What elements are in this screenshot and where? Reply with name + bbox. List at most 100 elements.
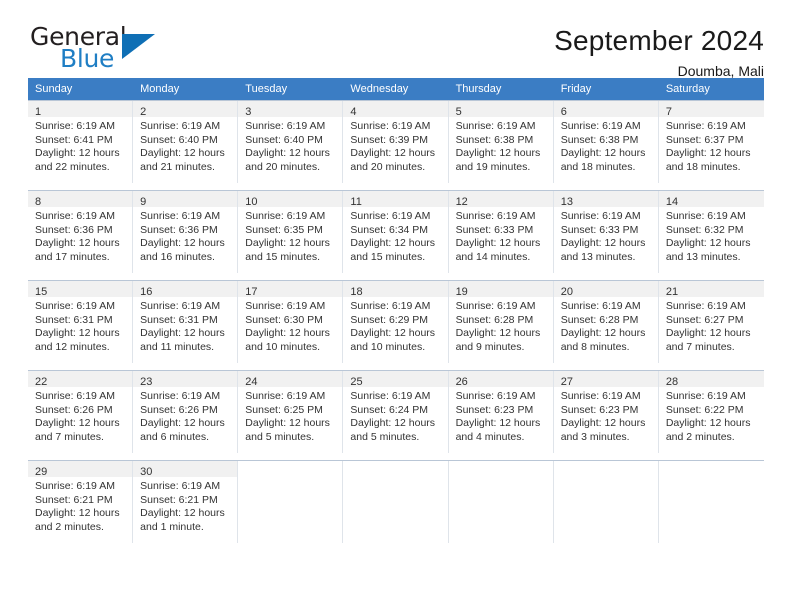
day-cell[interactable]: 17 Sunrise: 6:19 AM Sunset: 6:30 PM Dayl… (238, 281, 344, 363)
sunrise-text: Sunrise: 6:19 AM (350, 300, 431, 312)
day-cell[interactable]: 6 Sunrise: 6:19 AM Sunset: 6:38 PM Dayli… (553, 101, 659, 183)
logo-text-blue: Blue (60, 44, 115, 73)
day-number-band (343, 461, 447, 477)
daylight-text-line2: and 7 minutes. (665, 340, 735, 353)
day-cell[interactable]: 23 Sunrise: 6:19 AM Sunset: 6:26 PM Dayl… (133, 371, 239, 453)
sunset-text: Sunset: 6:41 PM (35, 133, 113, 146)
sunrise-text: Sunrise: 6:19 AM (245, 210, 326, 222)
daylight-text-line2: and 19 minutes. (455, 160, 531, 173)
sunset-text: Sunset: 6:24 PM (350, 403, 429, 416)
day-number-band: 23 (133, 371, 238, 388)
day-number-band: 30 (133, 461, 238, 478)
day-cell[interactable]: 16 Sunrise: 6:19 AM Sunset: 6:31 PM Dayl… (133, 281, 239, 363)
sunset-text: Sunset: 6:38 PM (560, 133, 639, 146)
sunrise-text: Sunrise: 6:19 AM (35, 210, 115, 222)
day-number-band: 6 (553, 101, 658, 118)
sunset-text: Sunset: 6:25 PM (245, 403, 323, 416)
sunset-text: Sunset: 6:30 PM (245, 313, 323, 326)
day-cell[interactable]: 15 Sunrise: 6:19 AM Sunset: 6:31 PM Dayl… (28, 281, 134, 363)
daylight-text-line2: and 3 minutes. (560, 430, 630, 443)
day-number: 17 (245, 286, 258, 298)
day-cell[interactable]: 30 Sunrise: 6:19 AM Sunset: 6:21 PM Dayl… (133, 461, 239, 543)
general-blue-logo[interactable]: General Blue (28, 22, 168, 74)
day-cell[interactable]: 19 Sunrise: 6:19 AM Sunset: 6:28 PM Dayl… (448, 281, 554, 363)
day-cell[interactable]: 22 Sunrise: 6:19 AM Sunset: 6:26 PM Dayl… (28, 371, 134, 453)
sunrise-text: Sunrise: 6:19 AM (140, 210, 221, 222)
daylight-text-line1: Daylight: 12 hours (455, 417, 541, 430)
day-cell[interactable]: 11 Sunrise: 6:19 AM Sunset: 6:34 PM Dayl… (343, 191, 449, 273)
calendar-page: General Blue September 2024 Doumba, Mali… (0, 0, 792, 612)
day-cell[interactable]: 9 Sunrise: 6:19 AM Sunset: 6:36 PM Dayli… (133, 191, 239, 273)
day-cell[interactable]: 24 Sunrise: 6:19 AM Sunset: 6:25 PM Dayl… (238, 371, 344, 453)
day-number: 3 (245, 106, 252, 118)
sunrise-text: Sunrise: 6:19 AM (350, 210, 431, 222)
day-number-band: 2 (133, 101, 238, 118)
day-number-band (554, 461, 658, 477)
day-cell[interactable]: 8 Sunrise: 6:19 AM Sunset: 6:36 PM Dayli… (28, 191, 134, 273)
day-number-band: 29 (28, 461, 133, 478)
day-number: 7 (665, 106, 672, 118)
day-details: Sunrise: 6:19 AM Sunset: 6:37 PM Dayligh… (659, 117, 764, 174)
sunrise-text: Sunrise: 6:19 AM (665, 300, 746, 312)
day-number: 11 (350, 196, 362, 208)
sunset-text: Sunset: 6:38 PM (455, 133, 534, 146)
day-details: Sunrise: 6:19 AM Sunset: 6:35 PM Dayligh… (238, 207, 342, 264)
day-cell[interactable]: 10 Sunrise: 6:19 AM Sunset: 6:35 PM Dayl… (238, 191, 344, 273)
day-cell[interactable]: 20 Sunrise: 6:19 AM Sunset: 6:28 PM Dayl… (553, 281, 659, 363)
day-details: Sunrise: 6:19 AM Sunset: 6:30 PM Dayligh… (238, 297, 342, 354)
sunrise-text: Sunrise: 6:19 AM (560, 210, 641, 222)
daylight-text-line1: Daylight: 12 hours (665, 327, 751, 340)
day-cell[interactable]: 29 Sunrise: 6:19 AM Sunset: 6:21 PM Dayl… (28, 461, 134, 543)
day-cell[interactable]: 14 Sunrise: 6:19 AM Sunset: 6:32 PM Dayl… (658, 191, 764, 273)
day-cell[interactable]: 13 Sunrise: 6:19 AM Sunset: 6:33 PM Dayl… (553, 191, 659, 273)
sunrise-text: Sunrise: 6:19 AM (455, 120, 536, 132)
sunset-text: Sunset: 6:29 PM (350, 313, 429, 326)
day-number-band: 16 (133, 281, 238, 298)
day-cell[interactable]: 1 Sunrise: 6:19 AM Sunset: 6:41 PM Dayli… (28, 101, 134, 183)
day-cell[interactable]: 4 Sunrise: 6:19 AM Sunset: 6:39 PM Dayli… (343, 101, 449, 183)
day-cell[interactable]: 26 Sunrise: 6:19 AM Sunset: 6:23 PM Dayl… (448, 371, 554, 453)
day-number: 26 (455, 376, 468, 388)
day-number-band: 15 (28, 281, 133, 298)
daylight-text-line2: and 5 minutes. (350, 430, 420, 443)
day-number: 23 (140, 376, 153, 388)
sunset-text: Sunset: 6:33 PM (560, 223, 639, 236)
day-details: Sunrise: 6:19 AM Sunset: 6:25 PM Dayligh… (238, 387, 342, 444)
sunrise-text: Sunrise: 6:19 AM (35, 120, 115, 132)
daylight-text-line2: and 15 minutes. (245, 250, 320, 263)
day-cell[interactable]: 7 Sunrise: 6:19 AM Sunset: 6:37 PM Dayli… (658, 101, 764, 183)
day-cell[interactable]: 25 Sunrise: 6:19 AM Sunset: 6:24 PM Dayl… (343, 371, 449, 453)
sunrise-text: Sunrise: 6:19 AM (245, 300, 326, 312)
day-number: 18 (350, 286, 363, 298)
day-cell[interactable]: 3 Sunrise: 6:19 AM Sunset: 6:40 PM Dayli… (238, 101, 344, 183)
day-cell[interactable]: 18 Sunrise: 6:19 AM Sunset: 6:29 PM Dayl… (343, 281, 449, 363)
page-header: General Blue September 2024 Doumba, Mali (28, 0, 764, 79)
day-cell[interactable]: 2 Sunrise: 6:19 AM Sunset: 6:40 PM Dayli… (133, 101, 239, 183)
daylight-text-line2: and 17 minutes. (35, 250, 110, 263)
daylight-text-line1: Daylight: 12 hours (245, 147, 330, 160)
day-cell[interactable]: 12 Sunrise: 6:19 AM Sunset: 6:33 PM Dayl… (448, 191, 554, 273)
daylight-text-line1: Daylight: 12 hours (560, 327, 646, 340)
sunrise-text: Sunrise: 6:19 AM (140, 300, 221, 312)
day-number-band: 7 (658, 101, 764, 118)
calendar-week-row: 15 Sunrise: 6:19 AM Sunset: 6:31 PM Dayl… (28, 280, 764, 363)
day-details: Sunrise: 6:19 AM Sunset: 6:40 PM Dayligh… (133, 117, 237, 174)
daylight-text-line2: and 16 minutes. (140, 250, 215, 263)
daylight-text-line2: and 9 minutes. (455, 340, 525, 353)
day-number: 21 (665, 286, 679, 298)
sunset-text: Sunset: 6:36 PM (140, 223, 218, 236)
day-cell[interactable]: 27 Sunrise: 6:19 AM Sunset: 6:23 PM Dayl… (553, 371, 659, 453)
weekday-header-row: Sunday Monday Tuesday Wednesday Thursday… (28, 78, 764, 100)
sunset-text: Sunset: 6:31 PM (140, 313, 218, 326)
day-number: 22 (35, 376, 48, 388)
daylight-text-line1: Daylight: 12 hours (140, 507, 225, 520)
daylight-text-line2: and 21 minutes. (140, 160, 215, 173)
sunrise-text: Sunrise: 6:19 AM (350, 390, 431, 402)
day-number-band: 1 (28, 101, 133, 118)
day-cell[interactable]: 21 Sunrise: 6:19 AM Sunset: 6:27 PM Dayl… (658, 281, 764, 363)
daylight-text-line1: Daylight: 12 hours (35, 327, 120, 340)
day-cell[interactable]: 5 Sunrise: 6:19 AM Sunset: 6:38 PM Dayli… (448, 101, 554, 183)
sunset-text: Sunset: 6:27 PM (665, 313, 744, 326)
day-cell[interactable]: 28 Sunrise: 6:19 AM Sunset: 6:22 PM Dayl… (658, 371, 764, 453)
daylight-text-line2: and 15 minutes. (350, 250, 426, 263)
